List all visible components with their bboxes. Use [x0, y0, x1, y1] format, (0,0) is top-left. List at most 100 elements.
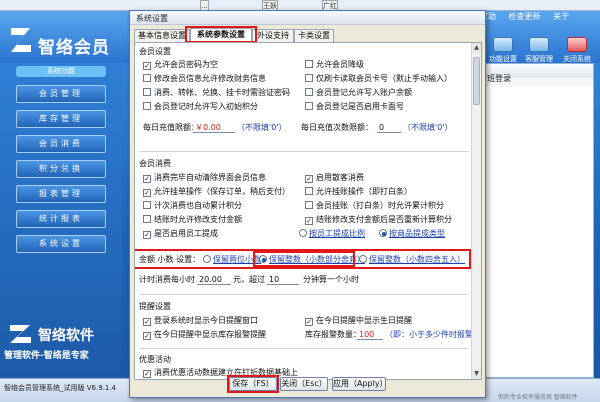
radio-by-product-type[interactable]: 按商品提成类型 [379, 228, 445, 239]
checkbox-verify-password[interactable]: 消费、转帐、兑换、挂卡时需验证密码 [143, 87, 290, 98]
tool-label: 客服管理 [525, 55, 553, 63]
checkbox-box[interactable] [143, 102, 151, 110]
checkbox-box[interactable] [143, 332, 151, 340]
about-link[interactable]: 关于 [553, 12, 569, 21]
checkbox-box[interactable] [305, 217, 313, 225]
radio-dot[interactable] [259, 255, 267, 263]
checkbox-staff-commission[interactable]: 是否启用员工提成 [143, 228, 218, 239]
checkbox-box[interactable] [143, 62, 151, 70]
app-logo-icon [11, 28, 31, 52]
apply-button[interactable]: 应用（Apply） [332, 377, 388, 391]
radio-label: 按员工提成比例 [309, 229, 365, 238]
app-logo-text: 智络会员 [38, 38, 110, 58]
vertical-scrollbar[interactable]: ▲ ▼ [471, 43, 481, 379]
checkbox-credit-points[interactable]: 会员挂账（打白条）时允许累计积分 [305, 200, 444, 211]
system-settings-dialog: 系统设置 基本信息设置 系统参数设置 外设支持 卡类设置 会员设置 允许会员密码… [129, 10, 486, 398]
tab-basic-info[interactable]: 基本信息设置 [134, 29, 190, 42]
top-links: 求助 检查更新 关于 [480, 11, 579, 23]
daily-count-label: 每日充值次数限额： [301, 123, 373, 132]
scroll-up-arrow-icon[interactable]: ▲ [472, 43, 481, 53]
checkbox-label: 允许会员降级 [316, 60, 364, 69]
checkbox-card-swipe-only[interactable]: 仅刷卡读取会员卡号（默止手动输入） [305, 73, 452, 84]
nav-item-member-consume[interactable]: 会员消费 [16, 135, 106, 153]
stock-alarm-label: 库存报警数量： [305, 330, 361, 339]
checkbox-box[interactable] [305, 60, 313, 68]
checkbox-box[interactable] [143, 189, 151, 197]
checkbox-box[interactable] [143, 88, 151, 96]
checkbox-initial-points[interactable]: 会员登记时允许写入初始积分 [143, 101, 258, 112]
radio-dot[interactable] [359, 255, 367, 263]
radio-integer-round[interactable]: 保留整数（小数四舍五入） [359, 254, 465, 265]
checkbox-label: 消费、转帐、兑换、挂卡时需验证密码 [154, 88, 290, 97]
checkbox-label: 消费优惠活动数据建立在打折数据基础上 [154, 368, 298, 377]
bg-top-tab[interactable]: 广红 [322, 0, 338, 10]
checkbox-auto-clear-member[interactable]: 消费完毕自动清除界面会员信息 [143, 172, 266, 183]
nav-item-system-settings[interactable]: 系统设置 [16, 235, 106, 253]
checkbox-box[interactable] [143, 175, 151, 183]
checkbox-label: 允许挂账操作（即打白条） [316, 187, 412, 196]
system-params-page: 会员设置 允许会员密码为空 修改会员信息允许修改财务信息 消费、转帐、兑换、挂卡… [134, 42, 482, 380]
dialog-titlebar[interactable]: 系统设置 [130, 11, 485, 25]
background-sidebar: 系统功能 会员管理 库存管理 会员消费 积分兑换 报表管理 统计报表 系统设置 … [0, 63, 122, 378]
nav-item-points-exchange[interactable]: 积分兑换 [16, 160, 106, 178]
checkbox-count-consume-points[interactable]: 计次消费也自动累计积分 [143, 200, 242, 211]
tab-card-types[interactable]: 卡类设置 [294, 29, 334, 42]
checkbox-box[interactable] [305, 102, 313, 110]
checkbox-initial-balance[interactable]: 会员登记允许写入账户余额 [305, 87, 412, 98]
radio-integer-truncate[interactable]: 保留整数（小数部分舍弃） [259, 254, 365, 265]
checkbox-recalc-points[interactable]: 结账修改支付金额后是否重新计算积分 [305, 214, 452, 225]
checkbox-card-face-number[interactable]: 会员登记是否启用卡面号 [305, 101, 404, 112]
nav-item-statistics[interactable]: 统计报表 [16, 210, 106, 228]
time-consume-price-input[interactable]: 20.00 [197, 274, 231, 285]
daily-limit-input[interactable]: ￥0.00 [193, 122, 235, 133]
checkbox-stock-alarm-reminder[interactable]: 在今日提醒中显示库存报警提醒 [143, 329, 266, 340]
check-update-link[interactable]: 检查更新 [509, 12, 541, 21]
brand-name: 智络软件 [38, 328, 94, 344]
radio-dot[interactable] [379, 229, 387, 237]
daily-count-input[interactable]: 0 [377, 122, 401, 133]
nav-item-member-manage[interactable]: 会员管理 [16, 85, 106, 103]
bg-top-tab[interactable]: 王妖 [262, 0, 278, 10]
checkbox-box[interactable] [143, 318, 151, 326]
checkbox-box[interactable] [305, 187, 313, 195]
stock-alarm-input[interactable]: 100 [357, 329, 383, 340]
checkbox-box[interactable] [143, 215, 151, 223]
service-icon [529, 37, 549, 52]
checkbox-label: 允许挂单操作（保存订单，稍后支付） [154, 187, 290, 196]
tab-system-params[interactable]: 系统参数设置 [190, 28, 252, 43]
checkbox-birthday-reminder[interactable]: 在今日提醒中显示生日提醒 [305, 315, 412, 326]
scroll-thumb[interactable] [473, 57, 480, 105]
close-button[interactable]: 关闭（Esc） [280, 377, 328, 391]
consume-settings-title: 会员消费 [139, 159, 171, 168]
checkbox-allow-downgrade[interactable]: 允许会员降级 [305, 59, 364, 70]
bg-top-tab[interactable]: ... [200, 0, 209, 10]
checkbox-box[interactable] [305, 74, 313, 82]
scroll-down-arrow-icon[interactable]: ▼ [472, 369, 481, 379]
radio-dot[interactable] [299, 229, 307, 237]
checkbox-box[interactable] [143, 201, 151, 209]
checkbox-show-today-reminder[interactable]: 登录系统时显示今日提醒窗口 [143, 315, 258, 326]
checkbox-box[interactable] [143, 74, 151, 82]
daily-limit-label: 每日充值限额： [143, 123, 199, 132]
checkbox-box[interactable] [143, 231, 151, 239]
checkbox-allow-pending-order[interactable]: 允许挂单操作（保存订单，稍后支付） [143, 186, 290, 197]
radio-by-staff-ratio[interactable]: 按员工提成比例 [299, 228, 365, 239]
checkbox-box[interactable] [305, 175, 313, 183]
tab-peripherals[interactable]: 外设支持 [252, 29, 294, 42]
radio-dot[interactable] [203, 255, 211, 263]
checkbox-modify-payment[interactable]: 结账时允许修改支付金额 [143, 214, 242, 225]
checkbox-box[interactable] [305, 201, 313, 209]
checkbox-box[interactable] [305, 88, 313, 96]
checkbox-label: 会员登记允许写入账户余额 [316, 88, 412, 97]
checkbox-allow-credit[interactable]: 允许挂账操作（即打白条） [305, 186, 412, 197]
nav-item-stock-manage[interactable]: 库存管理 [16, 110, 106, 128]
checkbox-walk-in-customer[interactable]: 启用散客消费 [305, 172, 364, 183]
time-consume-minutes-input[interactable]: 10 [267, 274, 299, 285]
checkbox-modify-finance-info[interactable]: 修改会员信息允许修改财务信息 [143, 73, 266, 84]
checkbox-allow-empty-password[interactable]: 允许会员密码为空 [143, 59, 218, 70]
checkbox-box[interactable] [143, 370, 151, 378]
save-button[interactable]: 保存（FS） [229, 377, 277, 391]
checkbox-box[interactable] [305, 318, 313, 326]
radio-two-decimals[interactable]: 保留两位小数 [203, 254, 261, 265]
nav-item-report-manage[interactable]: 报表管理 [16, 185, 106, 203]
